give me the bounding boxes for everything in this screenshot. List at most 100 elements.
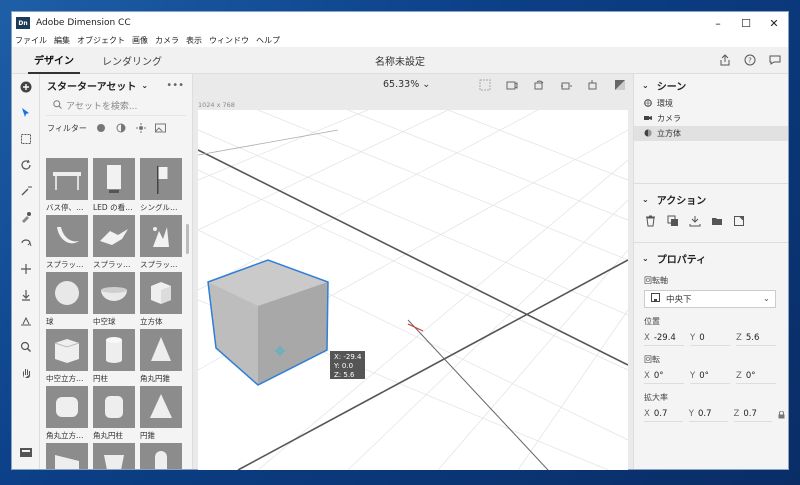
asset-search-input[interactable]: アセットを検索... <box>46 96 186 116</box>
menu-camera[interactable]: カメラ <box>155 35 179 46</box>
eyedropper-icon[interactable] <box>12 204 40 230</box>
asset-hollow-sphere[interactable]: 中空球 <box>93 272 135 327</box>
scale-x-field[interactable]: X 0.7 <box>644 407 683 422</box>
asset-label: スプラッ… <box>140 260 178 269</box>
position-z-field[interactable]: Z 5.6 <box>736 331 776 346</box>
help-icon[interactable]: ? <box>743 53 757 67</box>
chevron-down-icon[interactable]: ⌄ <box>141 81 148 90</box>
position-x-value: -29.4 <box>653 333 676 343</box>
canvas-dimensions: 1024 x 768 <box>198 101 235 109</box>
asset-sphere[interactable]: 球 <box>46 272 88 327</box>
duplicate-icon[interactable] <box>666 215 679 228</box>
menu-edit[interactable]: 編集 <box>54 35 70 46</box>
menu-view[interactable]: 表示 <box>186 35 202 46</box>
asset-wedge[interactable] <box>46 443 88 469</box>
pivot-select[interactable]: 中央下 ⌄ <box>644 290 776 308</box>
starter-assets-panel: スターターアセット ⌄ ••• アセットを検索... フィルター バス停、… L… <box>40 74 193 469</box>
position-y-field[interactable]: Y0 <box>690 331 730 346</box>
position-x-field[interactable]: X -29.4 <box>644 331 684 346</box>
zoom-icon[interactable] <box>12 334 40 360</box>
environment-icon <box>644 98 652 109</box>
asset-single-flag[interactable]: シングル… <box>140 158 182 213</box>
camera-home-icon[interactable] <box>505 78 519 92</box>
scene-item-label: 立方体 <box>657 129 681 138</box>
more-options-icon[interactable]: ••• <box>166 80 184 91</box>
filter-materials-icon[interactable] <box>115 122 127 134</box>
asset-splash-2[interactable]: スプラッ… <box>93 215 135 270</box>
scene-section-header[interactable]: ⌄ シーン <box>634 74 788 96</box>
asset-cone[interactable]: 円錐 <box>140 386 182 441</box>
camera-orbit-icon[interactable] <box>532 78 546 92</box>
asset-prism[interactable] <box>93 443 135 469</box>
properties-section-header[interactable]: ⌄ プロパティ <box>634 247 788 269</box>
select-icon[interactable] <box>12 100 40 126</box>
library-icon[interactable] <box>12 439 40 465</box>
asset-splash-1[interactable]: スプラッ… <box>46 215 88 270</box>
filter-lights-icon[interactable] <box>135 122 147 134</box>
3d-canvas[interactable]: X: -29.4 Y: 0.0 Z: 5.6 <box>198 110 628 470</box>
select-box-icon[interactable] <box>12 126 40 152</box>
window-title: Adobe Dimension CC <box>36 18 131 28</box>
menu-window[interactable]: ウィンドウ <box>209 35 249 46</box>
asset-label: 中空球 <box>93 317 116 326</box>
filter-models-icon[interactable] <box>95 122 107 134</box>
asset-thumbnail <box>140 158 182 200</box>
asset-cube[interactable]: 立方体 <box>140 272 182 327</box>
rotation-y-field[interactable]: Y 0° <box>690 369 730 384</box>
tab-render[interactable]: レンダリング <box>96 47 168 74</box>
hand-icon[interactable] <box>12 360 40 386</box>
delete-icon[interactable] <box>644 215 657 228</box>
asset-capsule[interactable] <box>140 443 182 469</box>
filter-images-icon[interactable] <box>155 122 167 134</box>
render-preview-icon[interactable] <box>613 78 627 92</box>
minimize-icon[interactable]: – <box>704 17 732 30</box>
assets-title[interactable]: スターターアセット <box>47 78 136 93</box>
menu-object[interactable]: オブジェクト <box>77 35 125 46</box>
menu-help[interactable]: ヘルプ <box>256 35 280 46</box>
asset-bus-stop[interactable]: バス停、… <box>46 158 88 213</box>
camera-pan-icon[interactable] <box>559 78 573 92</box>
asset-cylinder[interactable]: 円柱 <box>93 329 135 384</box>
assets-scrollbar[interactable] <box>186 224 189 254</box>
group-icon[interactable] <box>710 215 723 228</box>
frame-icon[interactable] <box>478 78 492 92</box>
lock-icon[interactable] <box>778 407 788 422</box>
maximize-icon[interactable]: ☐ <box>732 17 760 30</box>
camera-icon <box>644 114 652 124</box>
pan-tool-icon[interactable] <box>12 230 40 256</box>
selected-cube[interactable] <box>207 259 329 386</box>
chat-icon[interactable] <box>768 53 782 67</box>
menu-image[interactable]: 画像 <box>132 35 148 46</box>
add-icon[interactable] <box>12 74 40 100</box>
magic-wand-icon[interactable] <box>12 178 40 204</box>
rotation-y-value: 0° <box>699 371 709 381</box>
zoom-control[interactable]: 65.33% ⌄ <box>383 79 430 90</box>
scene-item-environment[interactable]: 環境 <box>634 96 788 111</box>
asset-thumbnail <box>46 386 88 428</box>
scene-item-cube[interactable]: 立方体 <box>634 126 788 141</box>
asset-hollow-cube[interactable]: 中空立方… <box>46 329 88 384</box>
asset-rounded-cube[interactable]: 角丸立方… <box>46 386 88 441</box>
asset-rounded-cone[interactable]: 角丸円錐 <box>140 329 182 384</box>
actions-title: アクション <box>656 195 707 207</box>
rotation-x-field[interactable]: X 0° <box>644 369 684 384</box>
scene-item-camera[interactable]: カメラ <box>634 111 788 126</box>
tab-design[interactable]: デザイン <box>28 47 80 74</box>
share-icon[interactable] <box>718 53 732 67</box>
close-icon[interactable]: ✕ <box>760 17 788 30</box>
menu-file[interactable]: ファイル <box>15 35 47 46</box>
scale-y-field[interactable]: Y 0.7 <box>688 407 728 422</box>
drop-to-ground-icon[interactable] <box>688 215 701 228</box>
asset-led-sign[interactable]: LED の看… <box>93 158 135 213</box>
actions-section-header[interactable]: ⌄ アクション <box>634 188 788 210</box>
orbit-icon[interactable] <box>12 152 40 178</box>
asset-splash-3[interactable]: スプラッ… <box>140 215 182 270</box>
move-icon[interactable] <box>12 256 40 282</box>
rotation-z-field[interactable]: Z 0° <box>736 369 776 384</box>
align-icon[interactable] <box>12 308 40 334</box>
scale-z-field[interactable]: Z 0.7 <box>733 407 773 422</box>
drop-icon[interactable] <box>12 282 40 308</box>
camera-dolly-icon[interactable] <box>586 78 600 92</box>
place-on-image-icon[interactable] <box>732 215 745 228</box>
asset-rounded-cylinder[interactable]: 角丸円柱 <box>93 386 135 441</box>
